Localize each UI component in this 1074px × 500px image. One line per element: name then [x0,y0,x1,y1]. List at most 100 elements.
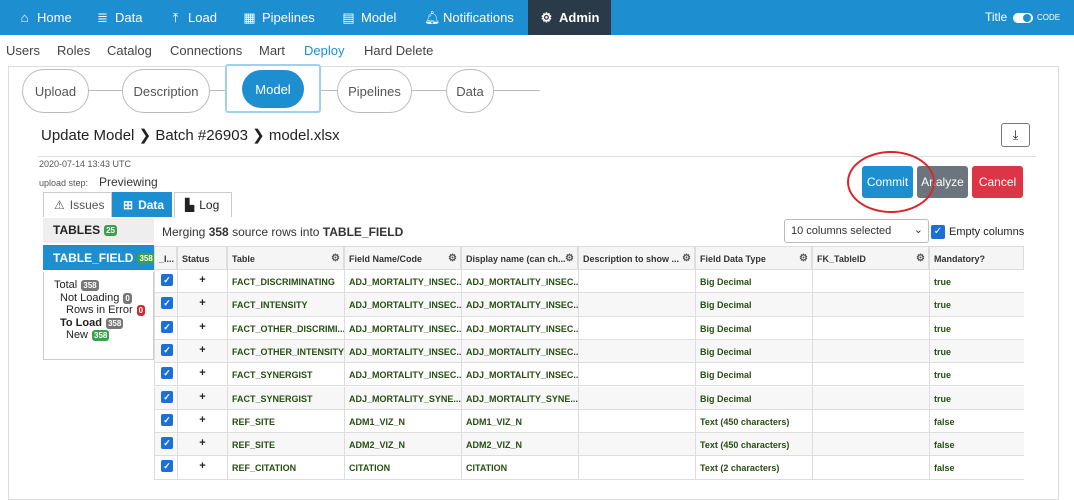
row-checkbox[interactable]: ✓ [161,413,173,426]
gear-icon[interactable]: ⚙ [799,253,808,264]
cell-table: FACT_SYNERGIST [227,386,344,410]
sidebar-item-table-field[interactable]: TABLE_FIELD 358 [43,245,155,270]
download-button[interactable]: ⤓ [1001,123,1030,147]
nav-home[interactable]: ⌂ Home [18,0,72,35]
table-row[interactable]: ✓ + FACT_OTHER_INTENSITY ADJ_MORTALITY_INSE… [154,339,1024,364]
subnav-hard-delete[interactable]: Hard Delete [364,43,433,58]
table-row[interactable]: ✓ + REF_CITATION CITATION CITATION Text (2 ch… [154,456,1024,480]
nav-notifications[interactable]: 🔔︎ Notifications [424,0,514,35]
gear-icon: ⚙ [540,10,553,25]
cell-field-data-type: Big Decimal [695,339,812,364]
tab-issues[interactable]: ⚠ Issues [43,192,112,217]
model-icon: ▤ [342,10,355,25]
commit-button[interactable]: Commit [862,166,913,198]
cell-select[interactable]: ✓ [154,386,177,410]
col-header-table[interactable]: Table ⚙ [227,246,344,270]
step-description[interactable]: Description [122,69,210,113]
cell-select[interactable]: ✓ [154,433,177,457]
cell-status: + [177,409,227,434]
step-pipelines[interactable]: Pipelines [337,69,412,113]
subnav-mart[interactable]: Mart [259,43,285,58]
cell-status: + [177,456,227,480]
col-header-status[interactable]: Status [177,246,227,270]
cell-mandatory: true [929,293,1024,317]
cell-select[interactable]: ✓ [154,456,177,480]
row-checkbox[interactable]: ✓ [161,460,173,473]
cell-fk-tableid [812,363,929,387]
nav-pipelines[interactable]: ▦ Pipelines [243,0,314,35]
tab-data[interactable]: ⊞ Data [112,192,172,217]
merge-info-text: Merging 358 source rows into TABLE_FIELD [162,225,404,239]
cell-select[interactable]: ✓ [154,409,177,434]
row-checkbox[interactable]: ✓ [161,437,173,450]
log-icon: ▙ [185,198,195,212]
tables-header: TABLES 25 [43,218,154,243]
nav-model[interactable]: ▤ Model [342,0,396,35]
analyze-button[interactable]: Analyze [917,166,968,198]
nav-admin[interactable]: ⚙ Admin [528,0,612,35]
gear-icon[interactable]: ⚙ [682,253,691,264]
row-checkbox[interactable]: ✓ [161,274,173,286]
table-row[interactable]: ✓ + FACT_DISCRIMINATING ADJ_MORTALITY_INSEC… [154,270,1024,294]
col-header-select[interactable]: _I... [154,246,177,270]
step-model[interactable]: Model [225,64,321,113]
columns-select[interactable]: 10 columns selected ⌄ [784,219,929,243]
cell-display-name: ADJ_MORTALITY_INSEC... [461,363,578,387]
gear-icon[interactable]: ⚙ [565,253,574,264]
row-checkbox[interactable]: ✓ [161,390,173,403]
table-row[interactable]: ✓ + FACT_OTHER_DISCRIMI... ADJ_MORTALITY_IN… [154,316,1024,340]
row-checkbox[interactable]: ✓ [161,343,173,356]
warning-icon: ⚠ [54,198,65,212]
cell-select[interactable]: ✓ [154,270,177,294]
title-batch: Batch #26903 [155,127,248,144]
cancel-button[interactable]: Cancel [972,166,1023,198]
subnav-catalog[interactable]: Catalog [107,43,152,58]
toggle-knob [1023,14,1031,22]
table-row[interactable]: ✓ + FACT_INTENSITY ADJ_MORTALITY_INSEC... AD… [154,293,1024,317]
cell-description [578,433,695,457]
step-data[interactable]: Data [446,69,494,113]
table-row[interactable]: ✓ + FACT_SYNERGIST ADJ_MORTALITY_INSEC... AD… [154,363,1024,387]
tab-log[interactable]: ▙ Log [174,192,232,217]
subnav-users[interactable]: Users [6,43,40,58]
cell-fk-tableid [812,293,929,317]
col-header-field-name[interactable]: Field Name/Code ⚙ [344,246,461,270]
gear-icon[interactable]: ⚙ [331,253,340,264]
cell-display-name: CITATION [461,456,578,480]
stat-new-badge: 358 [92,329,110,341]
table-row[interactable]: ✓ + FACT_SYNERGIST ADJ_MORTALITY_SYNE... ADJ… [154,386,1024,410]
subnav-roles[interactable]: Roles [57,43,90,58]
row-checkbox[interactable]: ✓ [161,297,173,310]
cell-status: + [177,433,227,457]
cell-select[interactable]: ✓ [154,293,177,317]
nav-data[interactable]: ≣ Data [96,0,142,35]
title-code-toggle[interactable] [1013,13,1033,23]
table-row[interactable]: ✓ + REF_SITE ADM1_VIZ_N ADM1_VIZ_N Text (450 … [154,409,1024,434]
nav-load[interactable]: ⤒ Load [169,0,217,35]
step-upload[interactable]: Upload [22,69,89,113]
col-header-mandatory[interactable]: Mandatory? [929,246,1024,270]
stat-to-load-badge: 358 [105,317,124,329]
cell-display-name: ADM2_VIZ_N [461,433,578,457]
table-row[interactable]: ✓ + REF_SITE ADM2_VIZ_N ADM2_VIZ_N Text (450 … [154,433,1024,457]
subnav-connections[interactable]: Connections [170,43,242,58]
gear-icon[interactable]: ⚙ [448,253,457,264]
col-header-description[interactable]: Description to show ... ⚙ [578,246,695,270]
cell-description [578,363,695,387]
col-header-field-data-type[interactable]: Field Data Type ⚙ [695,246,812,270]
stat-rows-in-error: Rows in Error 0 [66,304,146,316]
database-icon: ≣ [97,10,108,25]
col-header-display-name[interactable]: Display name (can ch... ⚙ [461,246,578,270]
gear-icon[interactable]: ⚙ [916,253,925,264]
cell-table: FACT_DISCRIMINATING [227,270,344,294]
cell-select[interactable]: ✓ [154,363,177,387]
row-checkbox[interactable]: ✓ [161,320,173,333]
cell-select[interactable]: ✓ [154,339,177,364]
subnav-deploy[interactable]: Deploy [304,43,344,58]
col-header-fk-tableid[interactable]: FK_TableID ⚙ [812,246,929,270]
cell-select[interactable]: ✓ [154,316,177,340]
cell-status: + [177,316,227,340]
row-checkbox[interactable]: ✓ [161,367,173,380]
cell-description [578,409,695,434]
empty-columns-checkbox[interactable]: ✓ [931,225,945,239]
